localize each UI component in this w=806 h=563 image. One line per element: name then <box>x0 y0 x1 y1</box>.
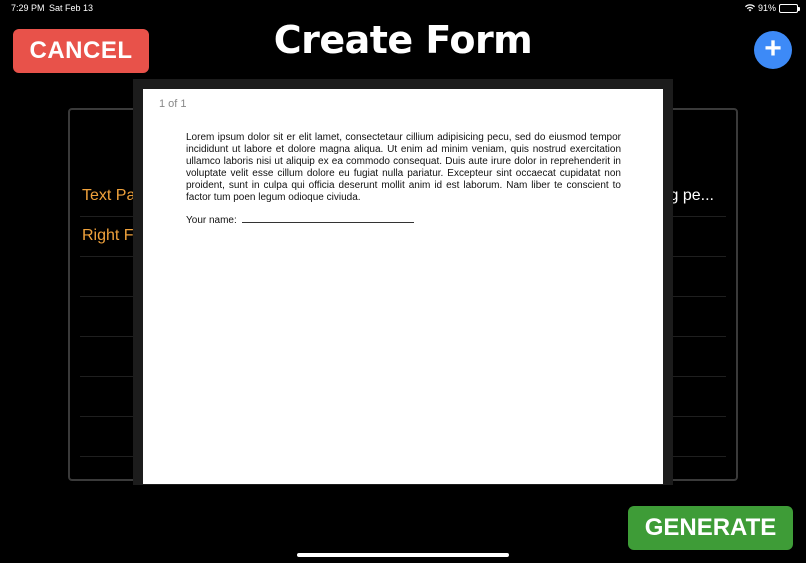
battery-icon <box>779 3 800 13</box>
name-blank-line <box>241 213 414 223</box>
home-indicator[interactable] <box>297 553 509 557</box>
form-row-label: Text Par <box>82 187 141 204</box>
status-bar: 7:29 PM Sat Feb 13 91% <box>0 0 806 16</box>
page-counter: 1 of 1 <box>159 98 187 110</box>
generate-button[interactable]: GENERATE <box>628 506 793 550</box>
wifi-icon <box>744 4 755 12</box>
your-name-label: Your name: <box>186 215 237 226</box>
plus-icon: + <box>764 31 782 65</box>
status-date: Sat Feb 13 <box>49 3 94 13</box>
pdf-preview-page[interactable]: 1 of 1 Lorem ipsum dolor sit er elit lam… <box>143 89 663 484</box>
battery-percent: 91% <box>757 3 776 13</box>
document-body-text: Lorem ipsum dolor sit er elit lamet, con… <box>186 132 621 203</box>
status-time: 7:29 PM <box>11 3 45 13</box>
add-button[interactable]: + <box>754 31 792 69</box>
your-name-field[interactable]: Your name: <box>186 213 414 226</box>
status-indicators: 91% <box>744 3 800 13</box>
form-row-label: Right Fi <box>82 227 138 244</box>
page-title: Create Form <box>273 18 533 62</box>
